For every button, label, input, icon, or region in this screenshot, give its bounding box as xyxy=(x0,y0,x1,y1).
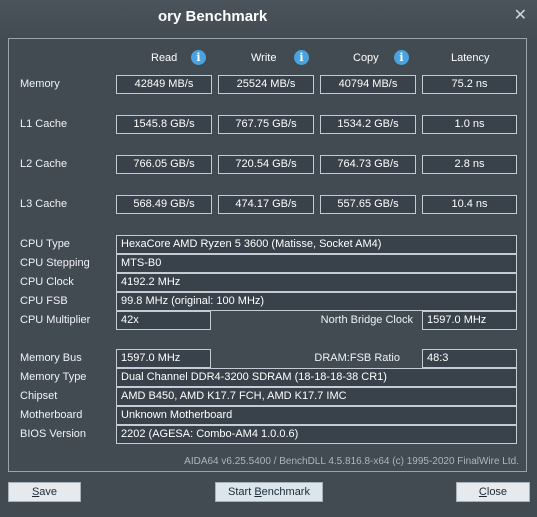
chipset-value: AMD B450, AMD K17.7 FCH, AMD K17.7 IMC xyxy=(116,387,517,406)
l2-copy-value: 764.73 GB/s xyxy=(320,155,416,174)
nb-clock-value: 1597.0 MHz xyxy=(422,311,517,330)
row-label-l1: L1 Cache xyxy=(20,118,68,130)
l1-write-value: 767.75 GB/s xyxy=(218,115,314,134)
l1-copy-value: 1534.2 GB/s xyxy=(320,115,416,134)
close-button-label: lose xyxy=(486,486,508,498)
cpu-fsb-value: 99.8 MHz (original: 100 MHz) xyxy=(116,292,517,311)
memory-write-value: 25524 MB/s xyxy=(218,75,314,94)
l3-read-value: 568.49 GB/s xyxy=(116,195,212,214)
header-read: Read xyxy=(151,52,178,64)
l3-latency-value: 10.4 ns xyxy=(422,195,517,214)
dram-fsb-ratio-label: DRAM:FSB Ratio xyxy=(314,352,400,364)
motherboard-value: Unknown Motherboard xyxy=(116,406,517,425)
memory-type-label: Memory Type xyxy=(20,371,87,383)
bios-version-label: BIOS Version xyxy=(20,428,87,440)
start-benchmark-button[interactable]: Start Benchmark xyxy=(215,482,323,502)
cpu-type-value: HexaCore AMD Ryzen 5 3600 (Matisse, Sock… xyxy=(116,235,517,254)
l1-read-value: 1545.8 GB/s xyxy=(116,115,212,134)
close-button-accel: C xyxy=(478,486,487,498)
memory-bus-label: Memory Bus xyxy=(20,352,82,364)
cpu-clock-value: 4192.2 MHz xyxy=(116,273,517,292)
cpu-clock-label: CPU Clock xyxy=(20,276,74,288)
start-button-label-pre: Start xyxy=(228,486,255,498)
memory-type-value: Dual Channel DDR4-3200 SDRAM (18-18-18-3… xyxy=(116,368,517,387)
row-label-memory: Memory xyxy=(20,78,60,90)
l3-write-value: 474.17 GB/s xyxy=(218,195,314,214)
header-latency: Latency xyxy=(451,52,490,64)
header-write: Write xyxy=(251,52,277,64)
l1-latency-value: 1.0 ns xyxy=(422,115,517,134)
bios-version-value: 2202 (AGESA: Combo-AM4 1.0.0.6) xyxy=(116,425,517,444)
l2-read-value: 766.05 GB/s xyxy=(116,155,212,174)
memory-copy-value: 40794 MB/s xyxy=(320,75,416,94)
l2-latency-value: 2.8 ns xyxy=(422,155,517,174)
cpu-multiplier-value: 42x xyxy=(116,311,211,330)
cpu-stepping-label: CPU Stepping xyxy=(20,257,90,269)
save-button[interactable]: Save xyxy=(8,482,81,502)
save-button-label: ave xyxy=(39,486,58,498)
cpu-fsb-label: CPU FSB xyxy=(20,295,68,307)
title-bar: ory Benchmark ✕ xyxy=(0,0,537,36)
start-button-label: enchmark xyxy=(261,486,310,498)
start-button-accel: B xyxy=(254,486,262,498)
close-button[interactable]: Close xyxy=(456,482,530,502)
row-label-l3: L3 Cache xyxy=(20,198,68,210)
memory-read-value: 42849 MB/s xyxy=(116,75,212,94)
motherboard-label: Motherboard xyxy=(20,409,83,421)
cpu-multiplier-label: CPU Multiplier xyxy=(20,314,91,326)
nb-clock-label: North Bridge Clock xyxy=(320,314,413,326)
l2-write-value: 720.54 GB/s xyxy=(218,155,314,174)
read-info-icon[interactable]: i xyxy=(191,50,206,65)
memory-bus-value: 1597.0 MHz xyxy=(116,349,211,368)
version-footer: AIDA64 v6.25.5400 / BenchDLL 4.5.816.8-x… xyxy=(184,456,519,467)
row-label-l2: L2 Cache xyxy=(20,158,68,170)
cpu-type-label: CPU Type xyxy=(20,238,70,250)
chipset-label: Chipset xyxy=(20,390,58,402)
copy-info-icon[interactable]: i xyxy=(394,50,409,65)
dram-fsb-ratio-value: 48:3 xyxy=(422,349,517,368)
header-copy: Copy xyxy=(353,52,379,64)
memory-latency-value: 75.2 ns xyxy=(422,75,517,94)
window-title: ory Benchmark xyxy=(158,8,268,25)
l3-copy-value: 557.65 GB/s xyxy=(320,195,416,214)
cpu-stepping-value: MTS-B0 xyxy=(116,254,517,273)
write-info-icon[interactable]: i xyxy=(294,50,309,65)
window-close-icon[interactable]: ✕ xyxy=(514,5,527,25)
